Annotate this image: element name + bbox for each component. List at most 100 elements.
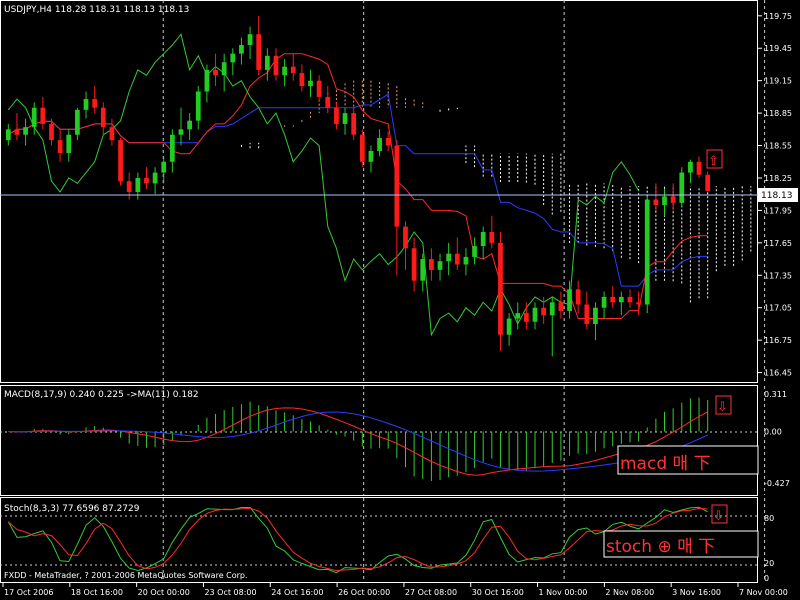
price-tick-label: 119.15 — [764, 77, 792, 86]
time-tick-label: 24 Oct 16:00 — [271, 588, 323, 597]
time-tick-label: 1 Nov 00:00 — [539, 588, 588, 597]
macd-note: macd 매 下 — [620, 454, 711, 474]
candle-body — [532, 307, 538, 322]
candle-body — [83, 99, 89, 110]
candle-body — [601, 296, 607, 308]
candle-body — [256, 34, 262, 70]
candle-body — [75, 109, 80, 135]
price-tick-label: 117.95 — [764, 206, 792, 215]
chart-window[interactable]: 119.75 119.45 119.15 118.85 118.55 118.25 117.… — [0, 0, 800, 600]
candle-body — [230, 53, 236, 63]
candle-body — [670, 196, 676, 203]
candle-body — [247, 34, 253, 46]
candle-body — [627, 296, 633, 303]
stoch-tick-label: 80 — [764, 514, 774, 523]
candle-body — [472, 246, 477, 257]
candle-body — [437, 261, 443, 270]
candle-body — [394, 145, 400, 227]
price-tick-label: 116.45 — [764, 369, 792, 378]
candle-body — [696, 161, 702, 175]
time-tick-label: 7 Nov 00:00 — [739, 588, 788, 597]
candle-body — [679, 172, 685, 203]
macd-tick-label: -0.427 — [764, 479, 790, 488]
time-tick-label: 23 Oct 08:00 — [204, 588, 256, 597]
candle-body — [498, 242, 503, 335]
candle-body — [618, 296, 624, 303]
candle-body — [351, 113, 357, 135]
candle-body — [420, 259, 426, 281]
candle-body — [325, 96, 331, 108]
time-tick-label: 17 Oct 2006 — [4, 588, 53, 597]
candle-body — [221, 62, 227, 76]
candle-body — [385, 137, 391, 146]
price-tick-label: 118.85 — [764, 109, 792, 118]
price-tick-label: 119.75 — [764, 12, 792, 21]
stoch-tick-label: 0 — [764, 574, 769, 583]
candle-body — [178, 129, 184, 135]
candle-body — [152, 172, 158, 184]
candle-body — [195, 91, 201, 121]
candle-body — [575, 289, 581, 305]
stoch-note: stoch ⊕ 매 下 — [606, 537, 715, 557]
time-tick-label: 18 Oct 16:00 — [71, 588, 123, 597]
price-tick-label: 119.45 — [764, 44, 792, 53]
candle-body — [109, 127, 115, 141]
candle-body — [377, 137, 382, 151]
candle-body — [118, 140, 123, 182]
candle-body — [584, 304, 590, 324]
candle-body — [204, 69, 210, 92]
candle-body — [213, 69, 218, 76]
candle-body — [705, 174, 711, 191]
candle-body — [31, 107, 37, 128]
candle-body — [515, 313, 521, 319]
candle-body — [403, 226, 408, 249]
candle-body — [489, 232, 495, 243]
time-tick-label: 20 Oct 00:00 — [138, 588, 190, 597]
candle-body — [66, 134, 72, 154]
candle-body — [662, 196, 667, 206]
macd-tick-label: 0.311 — [764, 390, 787, 399]
candle-body — [57, 140, 63, 154]
candle-body — [653, 199, 659, 206]
up-arrow-icon: ⇧ — [708, 154, 719, 169]
candle-body — [5, 129, 11, 141]
time-tick-label: 2 Nov 08:00 — [605, 588, 654, 597]
main-header: USDJPY,H4 118.28 118.31 118.13 118.13 — [4, 5, 189, 15]
candle-body — [446, 253, 452, 262]
price-tick-label: 116.75 — [764, 336, 792, 345]
candle-body — [239, 45, 244, 54]
candle-body — [644, 199, 650, 305]
candle-body — [49, 123, 54, 141]
candle-body — [40, 107, 46, 124]
down-arrow-icon-stoch: ⇩ — [713, 509, 724, 524]
candle-body — [429, 259, 434, 270]
candle-body — [688, 161, 693, 173]
copyright-text: FXDD - MetaTrader, ? 2001-2006 MetaQuote… — [4, 571, 248, 580]
candle-body — [135, 177, 141, 193]
candle-body — [342, 113, 348, 124]
candle-body — [593, 307, 598, 324]
macd-tick-label: 0.00 — [764, 428, 782, 437]
candle-body — [523, 313, 529, 322]
candle-body — [636, 302, 641, 305]
candle-body — [359, 134, 365, 162]
candle-body — [541, 307, 547, 316]
price-tick-label: 117.05 — [764, 304, 792, 313]
candle-body — [23, 127, 28, 135]
candle-body — [334, 107, 339, 124]
candle-body — [264, 55, 270, 70]
candle-body — [549, 302, 555, 316]
candle-body — [610, 296, 616, 303]
candle-body — [558, 302, 564, 311]
candle-body — [169, 134, 175, 162]
time-tick-label: 26 Oct 00:00 — [338, 588, 390, 597]
candle-body — [463, 256, 469, 265]
candle-body — [273, 55, 279, 76]
stoch-header: Stoch(8,3,3) 77.6596 87.2729 — [4, 504, 140, 514]
candle-body — [126, 181, 132, 193]
price-tick-label: 118.25 — [764, 174, 792, 183]
time-tick-label: 27 Oct 08:00 — [405, 588, 457, 597]
candle-body — [454, 253, 460, 265]
candle-body — [187, 120, 193, 130]
candle-body — [100, 107, 106, 128]
